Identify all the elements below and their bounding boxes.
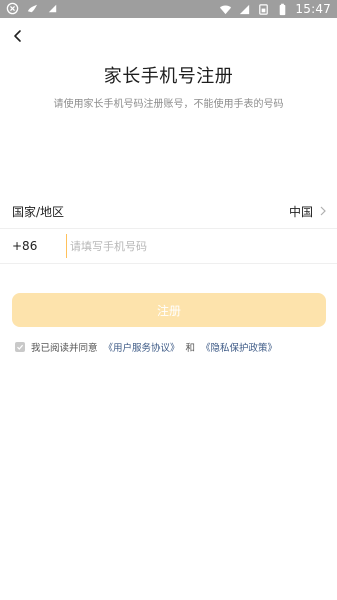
status-right-icons: 15:47 xyxy=(219,2,331,16)
phone-country-code[interactable]: +86 xyxy=(12,239,37,253)
bird-icon xyxy=(27,4,38,13)
back-button[interactable] xyxy=(6,24,30,48)
signal-icon xyxy=(240,4,250,14)
privacy-policy-link[interactable]: 《隐私保护政策》 xyxy=(201,340,277,354)
region-value: 中国 xyxy=(288,204,313,219)
register-button[interactable]: 注册 xyxy=(12,293,326,327)
status-time: 15:47 xyxy=(295,2,331,16)
page-subtitle: 请使用家长手机号码注册账号，不能使用手表的号码 xyxy=(53,99,284,110)
register-screen: 15:47 家长手机号注册 请使用家长手机号码注册账号，不能使用手表的号码 国家… xyxy=(0,0,337,600)
region-row[interactable]: 国家/地区 中国 xyxy=(0,194,337,229)
status-left-icons xyxy=(6,2,59,15)
agreement-and: 和 xyxy=(185,343,196,354)
phone-row: +86 xyxy=(0,229,337,264)
chevron-right-icon xyxy=(320,206,326,216)
triangle-icon xyxy=(48,4,57,13)
wifi-icon xyxy=(220,5,232,14)
sim-icon xyxy=(259,3,269,15)
battery-icon xyxy=(280,3,286,15)
region-selector[interactable]: 中国 xyxy=(289,203,327,220)
status-bar: 15:47 xyxy=(0,0,337,18)
region-label: 国家/地区 xyxy=(12,204,65,219)
page-title: 家长手机号注册 xyxy=(103,66,234,87)
user-agreement-link[interactable]: 《用户服务协议》 xyxy=(104,340,180,354)
phone-input[interactable] xyxy=(66,234,322,258)
agreement-checkbox[interactable] xyxy=(15,342,25,352)
checkmark-icon xyxy=(17,344,24,350)
close-circle-icon xyxy=(6,2,19,15)
agreement: 我已阅读并同意 《用户服务协议》和《隐私保护政策》 xyxy=(15,340,277,354)
agreement-prefix: 我已阅读并同意 xyxy=(31,343,98,354)
chevron-left-icon xyxy=(14,30,21,42)
